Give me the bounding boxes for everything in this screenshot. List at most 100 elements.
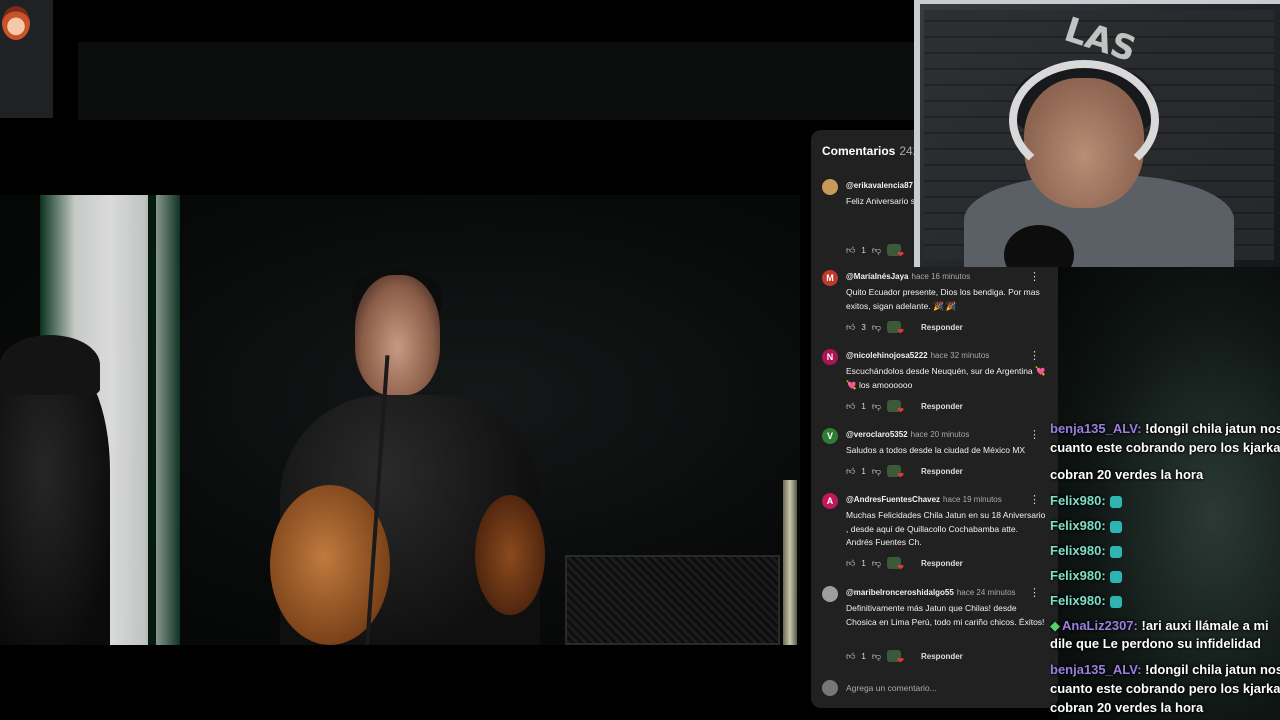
comment-item: N @nicolehinojosa5222 hace 32 minutos ⋮ Escu…	[822, 349, 1054, 434]
commenter-avatar[interactable]: N	[822, 349, 838, 365]
chat-text: cuanto este cobrando pero los kjarka	[1050, 440, 1280, 455]
chat-text: cobran 20 verdes la hora	[1050, 700, 1204, 715]
creator-heart-icon	[887, 400, 904, 415]
comment-actions: 👍︎ 3 👎︎ Responder	[846, 321, 963, 336]
comment-item: @maribelronceroshidalgo55 hace 24 minutos…	[822, 586, 1054, 671]
comment-meta: @veroclaro5352 hace 20 minutos	[846, 430, 969, 439]
comment-text: Muchas Felicidades Chila Jatun en su 18 …	[846, 510, 1046, 547]
reply-button[interactable]: Responder	[921, 323, 963, 332]
comment-username[interactable]: @AndresFuentesChavez	[846, 495, 940, 504]
commenter-avatar[interactable]	[822, 179, 838, 195]
thumbs-down-icon[interactable]: 👎︎	[872, 245, 881, 256]
comment-username[interactable]: @erikavalencia87	[846, 181, 913, 190]
chat-username[interactable]: benja135_ALV:	[1050, 662, 1142, 677]
emote-icon	[1109, 570, 1122, 583]
like-count: 1	[861, 245, 866, 255]
chat-text: !dongil chila jatun nos	[1141, 662, 1280, 677]
commenter-avatar[interactable]: M	[822, 270, 838, 286]
chat-username[interactable]: Felix980:	[1050, 518, 1106, 533]
thumbs-down-icon[interactable]: 👎︎	[872, 466, 881, 477]
creator-heart-icon	[887, 650, 904, 665]
chat-username[interactable]: Felix980:	[1050, 593, 1106, 608]
chat-message: ◆ AnaLiz2307: !ari auxi llámale a mi	[1050, 616, 1280, 635]
like-count: 1	[861, 466, 866, 476]
thumbs-up-icon[interactable]: 👍︎	[846, 322, 855, 333]
like-count: 1	[861, 651, 866, 661]
more-options-icon[interactable]: ⋮	[1029, 586, 1040, 599]
comment-item: M @MaríaInésJaya hace 16 minutos ⋮ Quito Ecu…	[822, 270, 1054, 355]
more-options-icon[interactable]: ⋮	[1029, 428, 1040, 441]
second-guitar	[475, 495, 545, 615]
thumbs-down-icon[interactable]: 👎︎	[872, 558, 881, 569]
like-count: 1	[861, 558, 866, 568]
chat-message: Felix980:	[1050, 591, 1280, 610]
thumbs-down-icon[interactable]: 👎︎	[872, 401, 881, 412]
stage-led-divider	[148, 195, 156, 645]
thumbs-down-icon[interactable]: 👎︎	[872, 322, 881, 333]
chat-username[interactable]: AnaLiz2307:	[1062, 618, 1138, 633]
thumbs-up-icon[interactable]: 👍︎	[846, 245, 855, 256]
more-options-icon[interactable]: ⋮	[1029, 349, 1040, 362]
reply-button[interactable]: Responder	[921, 652, 963, 661]
thumbs-down-icon[interactable]: 👎︎	[872, 651, 881, 662]
comment-meta: @nicolehinojosa5222 hace 32 minutos	[846, 351, 989, 360]
comment-actions: 👍︎ 1 👎︎ Responder	[846, 400, 963, 415]
chat-message: Felix980:	[1050, 566, 1280, 585]
chat-username[interactable]: Felix980:	[1050, 568, 1106, 583]
comment-username[interactable]: @veroclaro5352	[846, 430, 908, 439]
reply-button[interactable]: Responder	[921, 402, 963, 411]
creator-heart-icon	[887, 557, 904, 572]
chat-username[interactable]: benja135_ALV:	[1050, 421, 1142, 436]
chat-text: cobran 20 verdes la hora	[1050, 467, 1204, 482]
comment-text: Escuchándolos desde Neuquén, sur de Arge…	[846, 366, 1046, 390]
comment-username[interactable]: @nicolehinojosa5222	[846, 351, 928, 360]
thumbs-up-icon[interactable]: 👍︎	[846, 558, 855, 569]
comment-username[interactable]: @MaríaInésJaya	[846, 272, 909, 281]
emote-icon	[1109, 520, 1122, 533]
comment-timestamp: hace 32 minutos	[930, 351, 990, 360]
comment-timestamp: hace 19 minutos	[943, 495, 1002, 504]
comment-text: Quito Ecuador presente, Dios los bendiga…	[846, 287, 1040, 311]
commenter-avatar[interactable]	[822, 586, 838, 602]
chat-username[interactable]: Felix980:	[1050, 493, 1106, 508]
reply-button[interactable]: Responder	[921, 559, 963, 568]
stage-pole	[783, 480, 797, 645]
video-player[interactable]	[0, 195, 800, 645]
comment-timestamp: hace 24 minutos	[956, 588, 1016, 597]
chat-message: cuanto este cobrando pero los kjarka	[1050, 438, 1280, 457]
chat-message: Felix980:	[1050, 491, 1280, 510]
chat-message: dile que Le perdono su infidelidad	[1050, 634, 1280, 653]
comment-meta: @AndresFuentesChavez hace 19 minutos	[846, 495, 1002, 504]
comment-text: Saludos a todos desde la ciudad de Méxic…	[846, 445, 1026, 455]
commenter-avatar[interactable]: A	[822, 493, 838, 509]
comments-header: Comentarios 242	[822, 144, 919, 158]
thumbs-up-icon[interactable]: 👍︎	[846, 466, 855, 477]
comment-item: A @AndresFuentesChavez hace 19 minutos ⋮ Muc…	[822, 493, 1054, 578]
more-options-icon[interactable]: ⋮	[1029, 493, 1040, 506]
more-options-icon[interactable]: ⋮	[1029, 270, 1040, 283]
video-title-bar	[78, 42, 914, 120]
chat-message: benja135_ALV: !dongil chila jatun nos	[1050, 660, 1280, 679]
comment-username[interactable]: @maribelronceroshidalgo55	[846, 588, 954, 597]
comment-meta: @MaríaInésJaya hace 16 minutos	[846, 272, 970, 281]
singer-head	[355, 275, 440, 395]
add-comment-field[interactable]: Agrega un comentario...	[822, 680, 1052, 696]
comment-actions: 👍︎ 1 👎︎ Responder	[846, 557, 963, 572]
thumbs-up-icon[interactable]: 👍︎	[846, 651, 855, 662]
chat-message: Felix980:	[1050, 541, 1280, 560]
user-avatar	[822, 680, 838, 696]
creator-heart-icon	[887, 321, 904, 336]
creator-heart-icon	[887, 465, 904, 480]
comment-timestamp: hace 20 minutos	[910, 430, 970, 439]
chat-username[interactable]: Felix980:	[1050, 543, 1106, 558]
comment-meta: @maribelronceroshidalgo55 hace 24 minutos	[846, 588, 1016, 597]
musician-hat	[0, 335, 100, 395]
reply-button[interactable]: Responder	[921, 467, 963, 476]
emote-icon	[1109, 545, 1122, 558]
commenter-avatar[interactable]: V	[822, 428, 838, 444]
chat-text: !ari auxi llámale a mi	[1137, 618, 1269, 633]
webcam-frame	[914, 0, 1280, 267]
thumbs-up-icon[interactable]: 👍︎	[846, 401, 855, 412]
comment-actions: 👍︎ 1 👎︎ Responder	[846, 465, 963, 480]
comment-actions: 👍︎ 1 👎︎ Responder	[846, 650, 963, 665]
